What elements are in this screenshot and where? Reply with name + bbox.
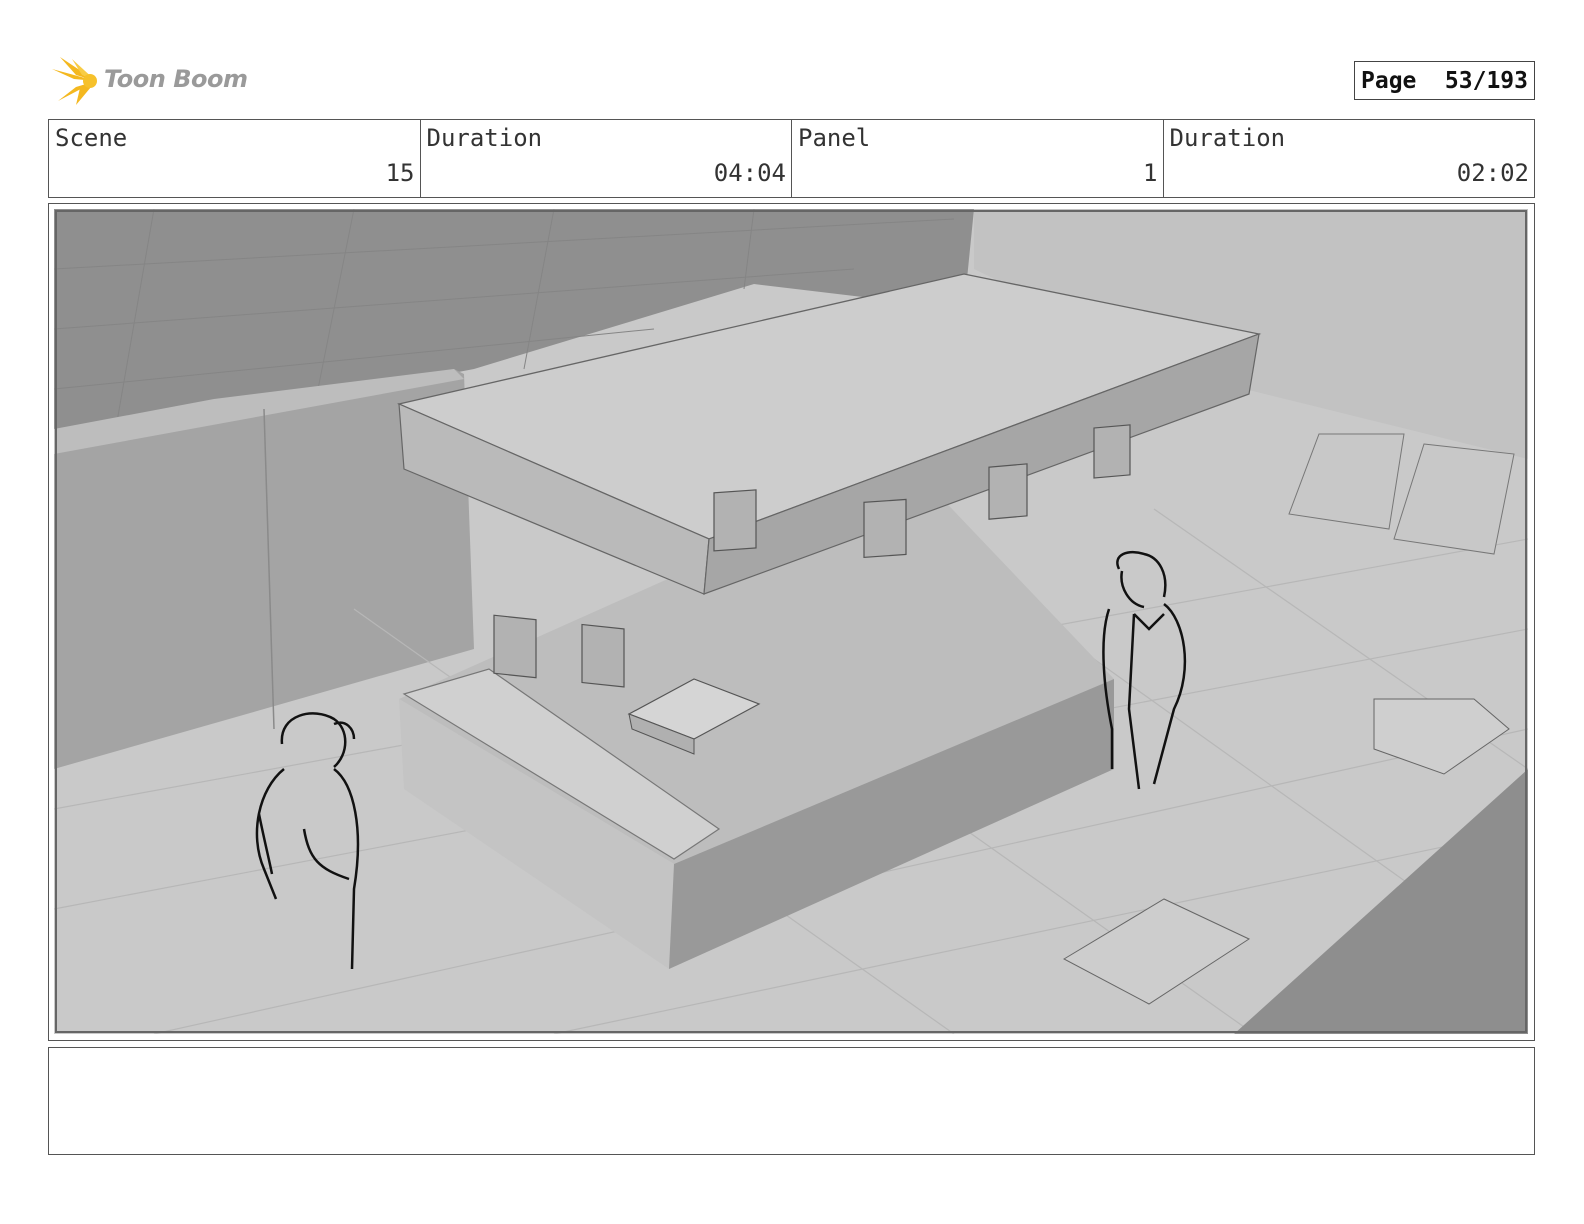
scene-duration-value: 04:04 bbox=[713, 159, 786, 187]
scene-cell: Scene 15 bbox=[49, 120, 421, 197]
brand-name: Toon Boom bbox=[104, 65, 248, 93]
scene-duration-label: Duration bbox=[426, 124, 543, 152]
scene-duration-cell: Duration 04:04 bbox=[421, 120, 792, 197]
panel-duration-cell: Duration 02:02 bbox=[1164, 120, 1535, 197]
panel-info-table: Scene 15 Duration 04:04 Panel 1 Duration… bbox=[48, 119, 1535, 198]
panel-duration-value: 02:02 bbox=[1456, 159, 1529, 187]
panel-notes bbox=[48, 1047, 1535, 1155]
panel-label: Panel bbox=[798, 124, 871, 152]
page-counter: Page 53/193 bbox=[1354, 61, 1535, 100]
storyboard-sketch-icon bbox=[54, 209, 1528, 1034]
page-label: Page bbox=[1361, 67, 1417, 94]
page-number: 53/193 bbox=[1444, 67, 1528, 94]
scene-value: 15 bbox=[385, 159, 415, 187]
panel-duration-label: Duration bbox=[1169, 124, 1286, 152]
toon-boom-logo: Toon Boom bbox=[50, 55, 250, 107]
scene-label: Scene bbox=[55, 124, 128, 152]
panel-value: 1 bbox=[1143, 159, 1158, 187]
panel-cell: Panel 1 bbox=[792, 120, 1164, 197]
storyboard-panel bbox=[48, 203, 1535, 1041]
starburst-logo-icon bbox=[52, 57, 97, 105]
